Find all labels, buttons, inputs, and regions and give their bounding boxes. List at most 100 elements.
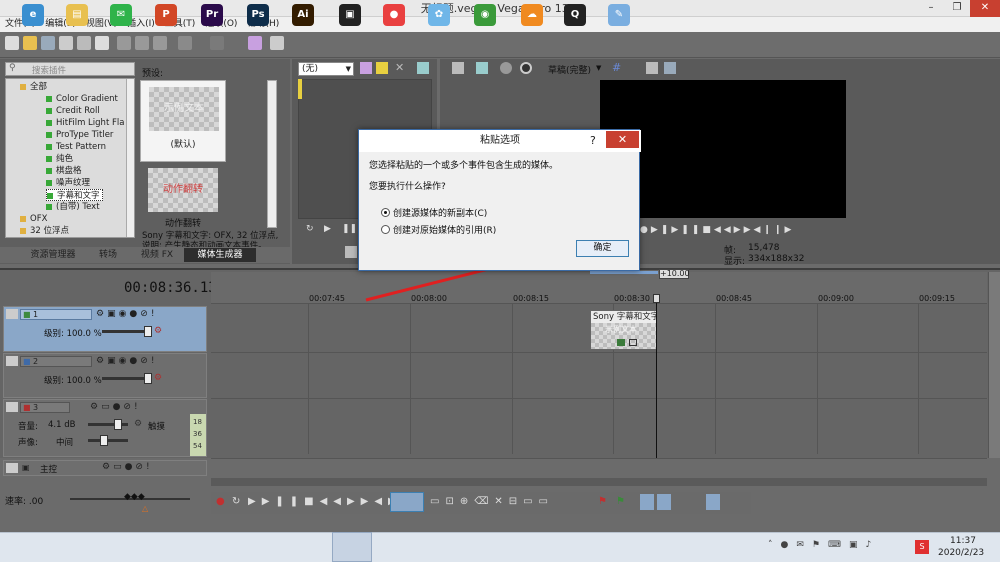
track-header-video-1[interactable]: ■ 1 ⚙▣◉●⊘! 级别: 100.0 % ⚙ (3, 306, 207, 352)
tree-item[interactable]: OFX (20, 213, 47, 225)
tab-video-fx[interactable]: 视频 FX (132, 248, 182, 262)
tree-item[interactable]: 棋盘格 (46, 165, 82, 177)
display-icon[interactable] (417, 62, 429, 74)
file-explorer-icon[interactable]: ▤ (66, 4, 88, 26)
option-new-copy-label[interactable]: 创建源媒体的新副本(C) (393, 206, 487, 219)
loop-icon[interactable]: ↻ (232, 496, 240, 507)
edit-tool-button[interactable] (390, 492, 424, 512)
ball-app-icon[interactable]: ● (383, 4, 405, 26)
undo-icon[interactable] (178, 36, 192, 50)
track-expand-icon[interactable] (6, 463, 18, 473)
restore-button[interactable]: ❐ (944, 0, 970, 17)
preset-flip[interactable]: 动作翻转 动作翻转 (140, 164, 226, 229)
tab-explorer[interactable]: 资源管理器 (22, 248, 84, 262)
copy-snapshot-icon[interactable] (646, 62, 658, 74)
chrome-icon[interactable]: ◉ (474, 4, 496, 26)
redo-icon[interactable] (210, 36, 224, 50)
ucbrowser-icon[interactable]: ☁ (521, 4, 543, 26)
tree-item[interactable]: Credit Roll (46, 105, 100, 117)
radio-reference[interactable] (381, 225, 390, 234)
cut-icon[interactable] (117, 36, 131, 50)
premiere-icon[interactable]: Pr (201, 4, 223, 26)
preview-properties-icon[interactable] (452, 62, 464, 74)
loop-region-bar[interactable] (590, 271, 658, 274)
preset-default[interactable]: 示例文本 (默认) (140, 80, 226, 162)
browser-360-icon[interactable]: e (22, 4, 44, 26)
loop-icon[interactable]: ↻ (306, 224, 314, 234)
tree-scrollbar[interactable] (126, 79, 134, 237)
tab-transitions[interactable]: 转场 (88, 248, 128, 262)
timeline-horizontal-scrollbar[interactable] (211, 478, 987, 486)
powerpoint-icon[interactable]: P (155, 4, 177, 26)
auto-ripple-icon[interactable] (270, 36, 284, 50)
track-name-field[interactable]: ■ 1 (20, 309, 92, 320)
playhead[interactable] (656, 296, 657, 458)
tree-item[interactable]: 噪声纹理 (46, 177, 90, 189)
save-as-icon[interactable] (59, 36, 73, 50)
preview-quality-dropdown[interactable]: 草稿(完整) (548, 63, 591, 76)
playhead-handle[interactable] (653, 294, 660, 303)
level-slider-thumb[interactable] (144, 326, 152, 337)
tree-item-selected[interactable]: 字幕和文字 (46, 189, 103, 201)
tree-item[interactable]: Color Gradient (46, 93, 118, 105)
compositing-icon[interactable]: ⚙ (154, 326, 162, 336)
copy-icon[interactable] (135, 36, 149, 50)
rate-slider-thumb[interactable]: ◆◆◆ (124, 492, 145, 502)
trimmer-add-icon[interactable] (345, 246, 357, 258)
overlays-icon[interactable]: # (612, 61, 621, 74)
tree-item[interactable]: 32 位浮点 (20, 225, 69, 237)
automation-mode[interactable]: 触摸 (148, 420, 165, 432)
paste-icon[interactable] (153, 36, 167, 50)
compositing-icon[interactable]: ⚙ (154, 373, 162, 383)
enable-snapping-icon[interactable] (248, 36, 262, 50)
help-button[interactable]: ? (590, 134, 596, 147)
track-header-video-2[interactable]: ■ 2 ⚙▣◉●⊘! 级别: 100.0 % ⚙ (3, 353, 207, 398)
pan-slider[interactable] (88, 439, 128, 442)
trimmer-dropdown[interactable]: (无) ▼ (298, 62, 354, 76)
master-fx-icons[interactable]: ⚙▭●⊘! (102, 462, 153, 472)
editing-tools[interactable]: ▭⊡⊕⌫✕⊟▭▭ (430, 496, 554, 507)
tree-item[interactable]: 纯色 (46, 153, 73, 165)
pan-slider-thumb[interactable] (100, 435, 108, 446)
snap-button[interactable] (640, 494, 654, 510)
volume-slider-thumb[interactable] (114, 419, 122, 430)
system-tray-icons[interactable]: ˄●✉⚑⌨▣♪ (768, 540, 879, 550)
level-slider-thumb[interactable] (144, 373, 152, 384)
qq-icon[interactable]: Q (564, 4, 586, 26)
preview-transport[interactable]: ●▶❚▶❚❚■◀◀▶▶◀❙❙▶ (640, 225, 840, 237)
editor-app-icon[interactable]: ✎ (608, 4, 630, 26)
track-expand-icon[interactable] (6, 402, 18, 412)
track-expand-icon[interactable] (6, 356, 18, 366)
event-fx-icon[interactable] (617, 339, 625, 346)
photoshop-icon[interactable]: Ps (247, 4, 269, 26)
save-icon[interactable] (41, 36, 55, 50)
tree-item[interactable]: Test Pattern (46, 141, 106, 153)
track-header-audio-3[interactable]: ■ 3 ⚙▭●⊘! 音量: 4.1 dB ⚙ 触摸 声像: 中间 18 36 5… (3, 399, 207, 457)
timeline-event[interactable]: Sony 字幕和文字 示例文本 (590, 310, 657, 350)
marker-icon[interactable]: ⚑ (598, 496, 607, 507)
lightning-icon[interactable] (376, 62, 388, 74)
playback-controls[interactable]: ▶▶❚❚■◀◀▶▶◀▶ (248, 496, 402, 507)
tree-item[interactable]: HitFilm Light Fla (46, 117, 124, 129)
track-fx-icons[interactable]: ⚙▣◉●⊘! (96, 309, 157, 319)
record-icon[interactable]: ● (216, 496, 225, 507)
vegas-icon[interactable]: ▣ (339, 4, 361, 26)
volume-slider[interactable] (88, 423, 128, 426)
illustrator-icon[interactable]: Ai (292, 4, 314, 26)
track-name-field[interactable]: ■ 2 (20, 356, 92, 367)
properties-icon[interactable] (95, 36, 109, 50)
close-icon[interactable]: ✕ (395, 61, 404, 74)
radio-new-copy[interactable] (381, 208, 390, 217)
track-fx-icons[interactable]: ⚙▣◉●⊘! (96, 356, 157, 366)
split-screen-icon[interactable] (520, 62, 532, 74)
pause-icon[interactable]: ❚❚ (342, 224, 357, 234)
wechat-icon[interactable]: ✉ (110, 4, 132, 26)
external-monitor-icon[interactable] (476, 62, 488, 74)
option-reference-label[interactable]: 创建对原始媒体的引用(R) (393, 223, 496, 236)
auto-crossfade-button[interactable] (657, 494, 671, 510)
tab-media-generators[interactable]: 媒体生成器 (184, 248, 256, 262)
ok-button[interactable]: 确定 (576, 240, 629, 257)
track-name-field[interactable]: ■ 3 (20, 402, 70, 413)
timeline-vertical-scrollbar[interactable] (988, 272, 1000, 458)
track-fx-icons[interactable]: ⚙▭●⊘! (90, 402, 141, 412)
